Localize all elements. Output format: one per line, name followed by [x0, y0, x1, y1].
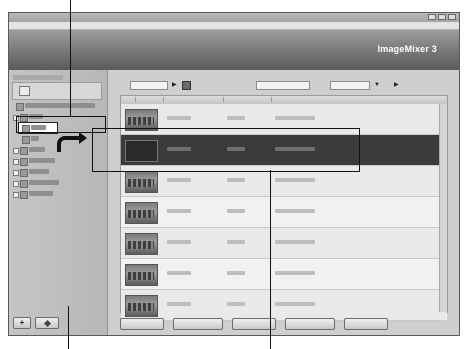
tree-item-label: [29, 180, 59, 185]
size-field[interactable]: [330, 81, 370, 90]
cell-date: [167, 209, 191, 213]
maximize-button[interactable]: [438, 14, 446, 20]
image-thumbnail: [125, 264, 158, 286]
menu-bar: [9, 22, 459, 30]
filter-field[interactable]: [256, 81, 310, 90]
cell-size: [227, 271, 245, 275]
list-item[interactable]: [121, 290, 447, 321]
tree-item-label: [29, 147, 45, 152]
cell-size: [227, 178, 245, 182]
edit-folder-button[interactable]: [35, 317, 59, 329]
callout-leader-line: [270, 170, 271, 349]
tree-item-label: [29, 191, 53, 196]
column-header[interactable]: [135, 97, 162, 102]
sidebar-root-item[interactable]: [12, 82, 102, 100]
folder-icon: [20, 180, 28, 188]
cell-size: [227, 209, 245, 213]
minimize-button[interactable]: [428, 14, 436, 20]
action-button[interactable]: [285, 318, 335, 330]
folder-icon: [20, 191, 28, 199]
cell-comment: [275, 271, 315, 275]
action-button[interactable]: [344, 318, 388, 330]
list-scrollbar[interactable]: [439, 104, 447, 312]
tree-item-label: [25, 103, 95, 108]
cell-comment: [275, 302, 315, 306]
cell-size: [227, 302, 245, 306]
cell-date: [167, 240, 191, 244]
cell-date: [167, 271, 191, 275]
tree-item[interactable]: [12, 189, 102, 200]
column-header[interactable]: [271, 97, 316, 102]
tree-item-label: [29, 169, 49, 174]
drag-arrow-head-icon: [79, 132, 87, 144]
list-item[interactable]: [121, 197, 447, 228]
cell-date: [167, 178, 191, 182]
right-arrow-icon[interactable]: ▶: [394, 82, 399, 88]
folder-icon: [22, 136, 30, 144]
cell-date: [167, 302, 191, 306]
main-panel: ▶ ▼ ▶: [108, 70, 459, 335]
folder-icon: [20, 147, 28, 155]
folder-icon: [16, 103, 24, 111]
sidebar-actions: +: [13, 317, 59, 329]
plus-icon: +: [19, 318, 25, 327]
action-bar: [120, 318, 388, 330]
folder-icon: [20, 169, 28, 177]
callout-box-row: [92, 128, 360, 172]
image-thumbnail: [125, 233, 158, 255]
add-folder-button[interactable]: +: [13, 317, 31, 329]
image-thumbnail: [125, 202, 158, 224]
action-button[interactable]: [120, 318, 164, 330]
cell-comment: [275, 240, 315, 244]
cell-comment: [275, 178, 315, 182]
cell-size: [227, 240, 245, 244]
folder-icon: [20, 158, 28, 166]
tree-item[interactable]: [12, 101, 102, 112]
pencil-icon: [43, 319, 51, 327]
tree-root-icon: [19, 86, 30, 96]
dropdown-arrow-icon[interactable]: ▶: [172, 82, 177, 88]
app-header: ImageMixer 3: [9, 30, 459, 70]
tree-item[interactable]: [12, 178, 102, 189]
list-item[interactable]: [121, 259, 447, 290]
app-logo: ImageMixer 3: [377, 44, 437, 54]
cell-date: [167, 116, 191, 120]
cell-size: [227, 116, 245, 120]
expand-toggle-icon[interactable]: [13, 159, 19, 165]
expand-toggle-icon[interactable]: [13, 170, 19, 176]
close-button[interactable]: [448, 14, 456, 20]
image-thumbnail: [125, 295, 158, 317]
view-toolbar: ▶ ▼ ▶: [108, 70, 459, 94]
column-header[interactable]: [163, 97, 212, 102]
sort-field[interactable]: [130, 81, 168, 90]
window-controls: [428, 14, 456, 20]
app-window: ImageMixer 3 + ▶ ▼ ▶: [8, 12, 460, 336]
tree-item[interactable]: [12, 156, 102, 167]
sidebar-heading-bar: [13, 75, 63, 80]
tree-item[interactable]: [12, 167, 102, 178]
expand-toggle-icon[interactable]: [13, 148, 19, 154]
action-button[interactable]: [173, 318, 223, 330]
expand-toggle-icon[interactable]: [13, 181, 19, 187]
dropdown-arrow-icon[interactable]: ▼: [374, 82, 380, 88]
callout-leader-line: [70, 0, 71, 116]
expand-toggle-icon[interactable]: [13, 192, 19, 198]
tree-item-label: [29, 158, 55, 163]
list-item[interactable]: [121, 228, 447, 259]
image-thumbnail: [125, 171, 158, 193]
thumbnail-view-icon[interactable]: [182, 81, 191, 90]
tree-item-label: [31, 136, 39, 141]
column-header[interactable]: [223, 97, 258, 102]
cell-comment: [275, 209, 315, 213]
sidebar: +: [9, 70, 108, 335]
callout-leader-line: [68, 306, 69, 349]
cell-comment: [275, 116, 315, 120]
